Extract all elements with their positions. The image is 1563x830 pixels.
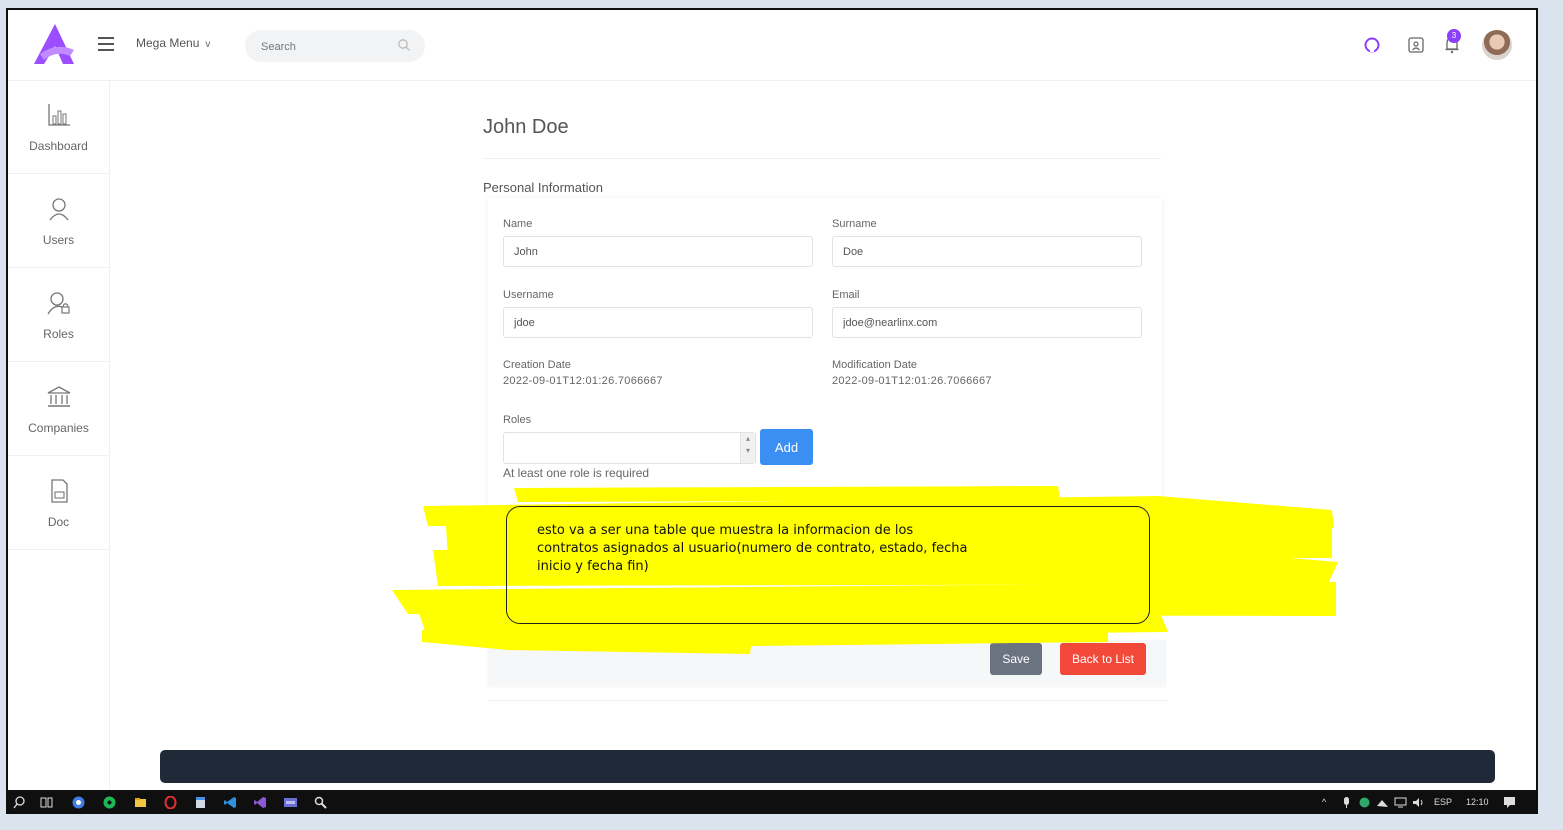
opera-app-icon[interactable] — [164, 796, 177, 809]
microphone-icon[interactable] — [1340, 796, 1353, 809]
desktop-background — [1540, 8, 1563, 792]
notes-app-icon[interactable] — [194, 796, 207, 809]
magnifier-app-icon[interactable] — [314, 796, 327, 809]
task-view-icon[interactable] — [40, 796, 53, 809]
yellow-highlighter-marks — [392, 486, 1338, 654]
search-icon[interactable] — [13, 796, 26, 809]
vscode-app-icon[interactable] — [224, 796, 237, 809]
app-window: Mega Menuv 3 Dashboard Users Roles Compa… — [6, 8, 1538, 792]
clock[interactable]: 12:10 — [1466, 797, 1489, 807]
annotation-text: esto va a ser una table que muestra la i… — [537, 523, 968, 574]
file-explorer-icon[interactable] — [134, 796, 147, 809]
annotation-callout: esto va a ser una table que muestra la i… — [506, 506, 1150, 624]
volume-icon[interactable] — [1412, 796, 1425, 809]
sql-app-icon[interactable] — [284, 796, 297, 809]
windows-taskbar: ^ ESP 12:10 — [6, 792, 1538, 814]
language-indicator[interactable]: ESP — [1434, 797, 1452, 807]
network-tray-icon[interactable] — [1376, 796, 1389, 809]
notification-center-icon[interactable] — [1503, 796, 1516, 809]
spotify-app-icon[interactable] — [103, 796, 116, 809]
visual-studio-icon[interactable] — [254, 796, 267, 809]
display-tray-icon[interactable] — [1394, 796, 1407, 809]
chrome-app-icon[interactable] — [72, 796, 85, 809]
teams-tray-icon[interactable] — [1358, 796, 1371, 809]
chevron-up-icon[interactable]: ^ — [1322, 797, 1326, 807]
